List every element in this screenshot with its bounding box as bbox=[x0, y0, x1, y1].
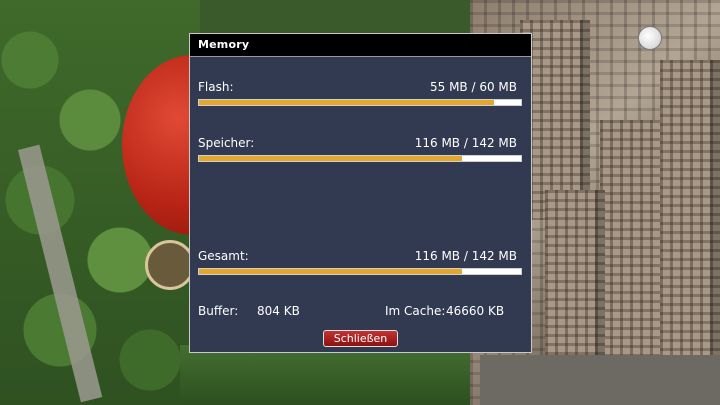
cache-value: 46660 KB bbox=[446, 304, 505, 318]
park-trees-bottom bbox=[180, 345, 480, 405]
street bbox=[480, 355, 720, 405]
gesamt-usage-bar bbox=[198, 268, 522, 275]
flash-usage-fill bbox=[199, 100, 495, 105]
buffer-value: 804 KB bbox=[257, 304, 300, 318]
cache-label: Im Cache: bbox=[385, 304, 446, 318]
gesamt-label: Gesamt: bbox=[198, 249, 249, 263]
building bbox=[660, 60, 720, 360]
speicher-usage-bar bbox=[198, 155, 522, 162]
building bbox=[545, 190, 605, 360]
balloon-basket bbox=[145, 240, 195, 290]
channel-logo-icon bbox=[638, 26, 662, 50]
gesamt-usage-fill bbox=[199, 269, 463, 274]
buffer-label: Buffer: bbox=[198, 304, 239, 318]
speicher-usage-fill bbox=[199, 156, 463, 161]
memory-dialog: Memory Flash: 55 MB / 60 MB Speicher: 11… bbox=[189, 33, 532, 353]
flash-value: 55 MB / 60 MB bbox=[429, 80, 517, 94]
flash-usage-bar bbox=[198, 99, 522, 106]
close-button[interactable]: Schließen bbox=[323, 330, 398, 347]
gesamt-value: 116 MB / 142 MB bbox=[414, 249, 517, 263]
dialog-title: Memory bbox=[198, 38, 250, 51]
flash-label: Flash: bbox=[198, 80, 234, 94]
speicher-value: 116 MB / 142 MB bbox=[414, 136, 517, 150]
dialog-title-bar: Memory bbox=[190, 34, 531, 57]
speicher-label: Speicher: bbox=[198, 136, 255, 150]
